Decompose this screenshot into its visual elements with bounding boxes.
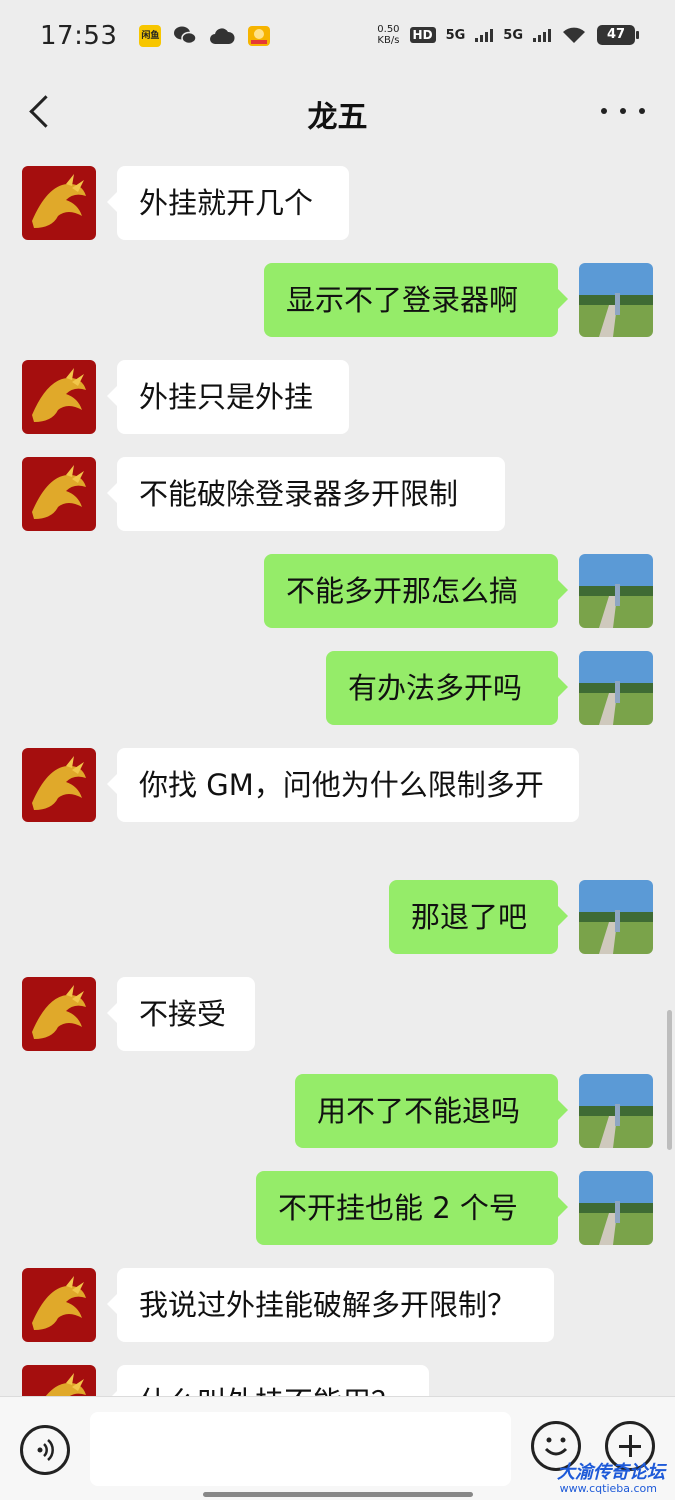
- user-avatar[interactable]: [579, 554, 653, 628]
- contact-avatar[interactable]: [22, 360, 96, 434]
- user-avatar[interactable]: [579, 651, 653, 725]
- contact-avatar[interactable]: [22, 1268, 96, 1342]
- dragon-avatar-icon: [22, 1365, 96, 1396]
- message-list[interactable]: 外挂就开几个 显示不了登录器啊 外挂只是外挂 不能破除登录器多开限制 不能多开那…: [0, 154, 675, 1396]
- message-bubble-received[interactable]: 不接受: [107, 977, 255, 1051]
- dragon-avatar-icon: [22, 166, 96, 240]
- notification-icons: 闲鱼: [139, 25, 271, 47]
- message-bubble-sent[interactable]: 用不了不能退吗: [295, 1074, 568, 1148]
- photo-avatar-icon: [579, 1171, 653, 1245]
- dragon-avatar-icon: [22, 748, 96, 822]
- watermark-text: 大渝传奇论坛: [557, 1462, 665, 1483]
- status-time: 17:53: [40, 21, 118, 51]
- hd-icon: HD: [409, 27, 436, 43]
- more-options-icon[interactable]: [601, 96, 645, 126]
- battery-icon: 47: [597, 25, 639, 45]
- wifi-icon: [563, 27, 585, 43]
- message-bubble-received[interactable]: 你找 GM，问他为什么限制多开: [107, 748, 579, 822]
- voice-icon: [37, 1439, 54, 1461]
- contact-avatar[interactable]: [22, 1365, 96, 1396]
- signal-icon-sim1: 5G: [445, 27, 466, 43]
- app-notification-icon: 闲鱼: [139, 25, 162, 47]
- message-bubble-received[interactable]: 不能破除登录器多开限制: [107, 457, 505, 531]
- status-right-icons: 0.50 KB/s HD 5G 5G 47: [377, 24, 639, 46]
- taobao-icon: [248, 26, 271, 46]
- photo-avatar-icon: [579, 263, 653, 337]
- watermark-url: www.cqtieba.com: [559, 1482, 657, 1495]
- message-bubble-sent[interactable]: 不开挂也能 2 个号: [256, 1171, 568, 1245]
- signal-bars-icon: [475, 29, 494, 42]
- dragon-avatar-icon: [22, 977, 96, 1051]
- user-avatar[interactable]: [579, 880, 653, 954]
- message-bubble-sent[interactable]: 有办法多开吗: [326, 651, 568, 725]
- chat-title: 龙五: [307, 100, 368, 135]
- message-input[interactable]: [90, 1412, 511, 1486]
- message-bubble-sent[interactable]: 显示不了登录器啊: [264, 263, 568, 337]
- wechat-icon: [174, 26, 198, 45]
- photo-avatar-icon: [579, 880, 653, 954]
- voice-input-button[interactable]: [20, 1425, 70, 1475]
- dragon-avatar-icon: [22, 360, 96, 434]
- message-bubble-sent[interactable]: 不能多开那怎么搞: [264, 554, 568, 628]
- signal-icon-sim2: 5G: [503, 27, 523, 43]
- message-bubble-received[interactable]: 什么叫外挂不能用？: [107, 1365, 429, 1396]
- chat-header: 龙五: [0, 72, 675, 154]
- contact-avatar[interactable]: [22, 166, 96, 240]
- user-avatar[interactable]: [579, 1171, 653, 1245]
- home-indicator[interactable]: [203, 1492, 473, 1497]
- scrollbar[interactable]: [667, 1010, 672, 1150]
- message-bubble-sent[interactable]: 那退了吧: [389, 880, 568, 954]
- status-bar: 17:53 闲鱼 0.50 KB/s HD 5G 5G 47: [0, 0, 675, 72]
- cloud-icon: [210, 28, 235, 44]
- user-avatar[interactable]: [579, 263, 653, 337]
- network-speed: 0.50 KB/s: [377, 24, 400, 46]
- contact-avatar[interactable]: [22, 977, 96, 1051]
- contact-avatar[interactable]: [22, 748, 96, 822]
- user-avatar[interactable]: [579, 1074, 653, 1148]
- contact-avatar[interactable]: [22, 457, 96, 531]
- message-bubble-received[interactable]: 我说过外挂能破解多开限制？: [107, 1268, 554, 1342]
- dragon-avatar-icon: [22, 1268, 96, 1342]
- photo-avatar-icon: [579, 651, 653, 725]
- signal-bars-icon: [533, 29, 551, 42]
- photo-avatar-icon: [579, 554, 653, 628]
- photo-avatar-icon: [579, 1074, 653, 1148]
- dragon-avatar-icon: [22, 457, 96, 531]
- message-bubble-received[interactable]: 外挂只是外挂: [107, 360, 349, 434]
- message-bubble-received[interactable]: 外挂就开几个: [107, 166, 349, 240]
